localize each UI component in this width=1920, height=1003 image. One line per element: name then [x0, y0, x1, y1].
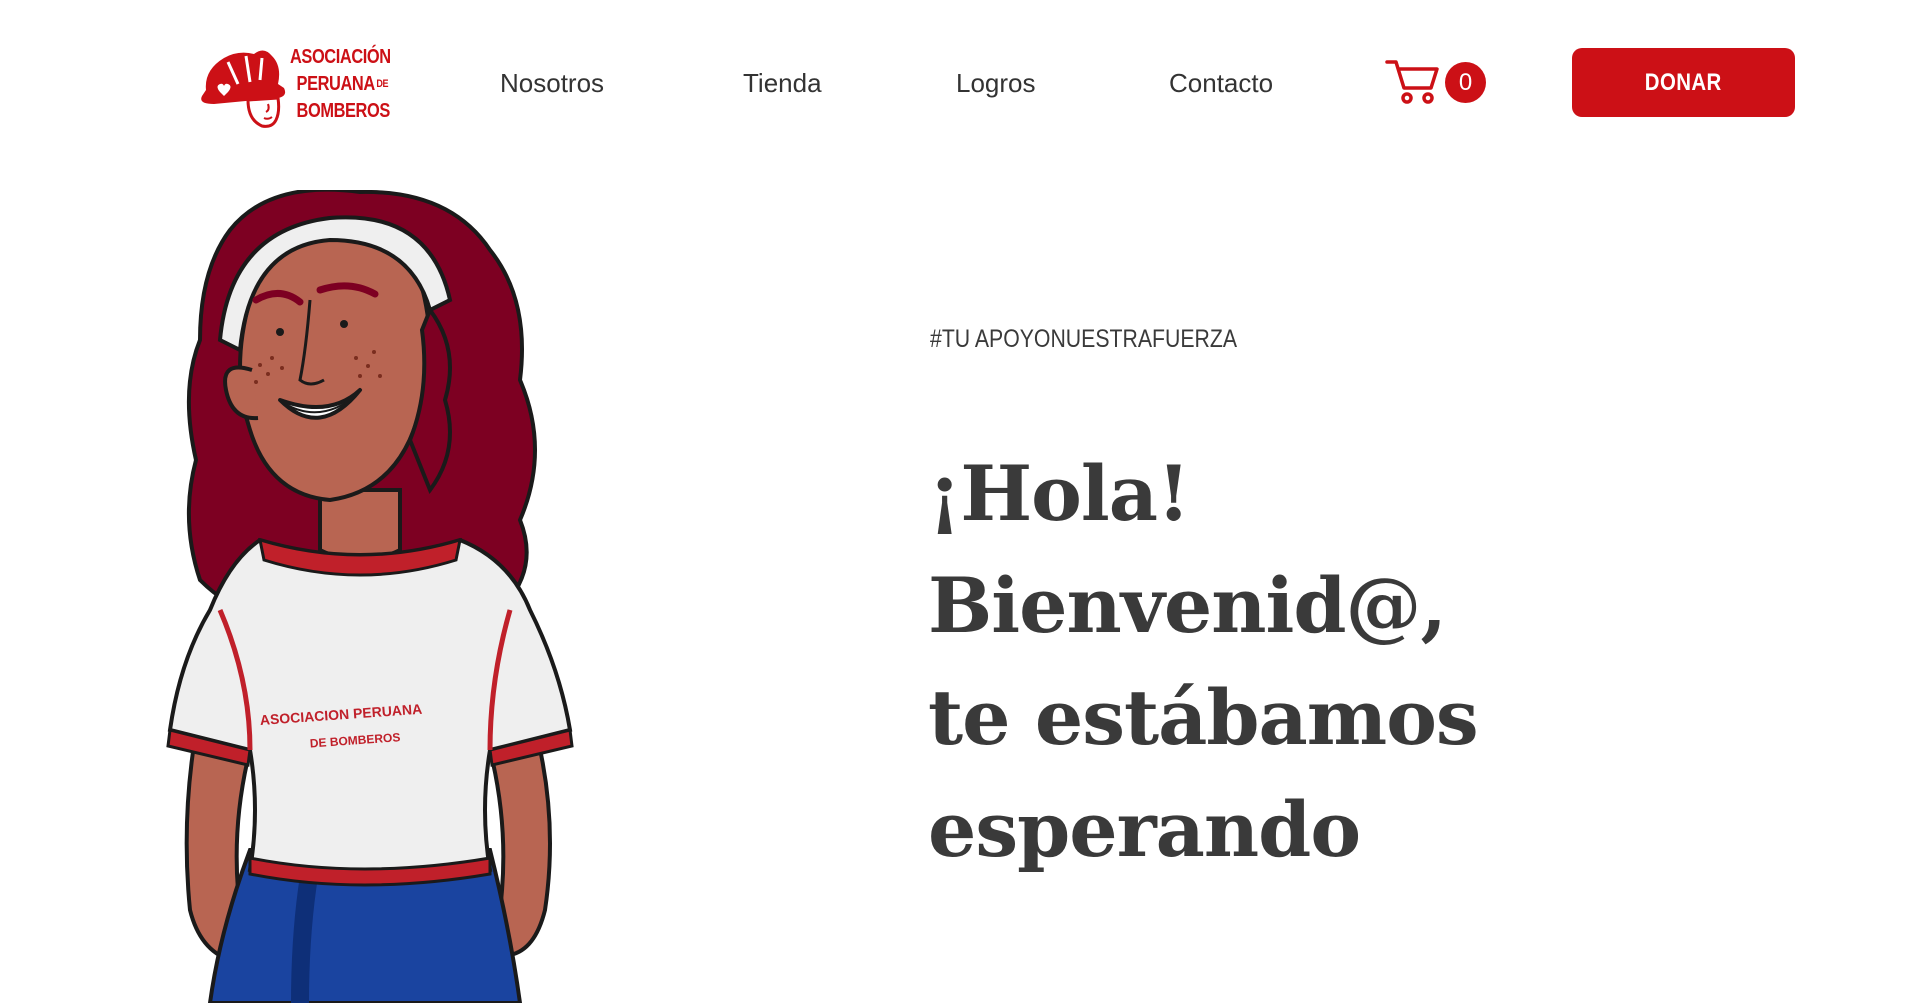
page: ASOCIACIÓN PERUANA DE BOMBEROS Nosotros T… [0, 0, 1920, 1003]
nav-link-contacto[interactable]: Contacto [1169, 66, 1273, 100]
hero-title: ¡Hola! Bienvenid@, te estábamos esperand… [928, 438, 1548, 886]
donate-button-label: DONAR [1645, 68, 1722, 96]
cart-button[interactable]: 0 [1385, 56, 1495, 106]
nav-link-tienda[interactable]: Tienda [743, 66, 822, 100]
brand-name-line2: PERUANA DE [290, 71, 405, 98]
firefighter-helmet-logo-icon [201, 50, 286, 128]
hero-title-line2: Bienvenid@, [928, 561, 1447, 650]
nav-link-logros[interactable]: Logros [956, 66, 1036, 100]
brand-name-line3: BOMBEROS [296, 100, 391, 123]
donate-button[interactable]: DONAR [1572, 48, 1795, 117]
hero-hashtag: #TU APOYONUESTRAFUERZA [930, 325, 1237, 353]
hero-title-line3: te estábamos [928, 673, 1479, 762]
brand-name-line1: ASOCIACIÓN [290, 46, 391, 68]
cart-count-badge: 0 [1445, 62, 1486, 103]
girl-illustration: ASOCIACION PERUANA DE BOMBEROS [166, 190, 574, 1003]
hero-title-line4: esperando [928, 785, 1361, 874]
brand-logo[interactable]: ASOCIACIÓN PERUANA DE BOMBEROS [198, 40, 423, 132]
brand-name-line2-small: DE [376, 78, 389, 91]
brand-name-line2-text: PERUANA [296, 73, 376, 95]
nav-link-nosotros[interactable]: Nosotros [500, 66, 604, 100]
hero-title-line1: ¡Hola! [928, 449, 1190, 538]
cart-icon [1385, 60, 1439, 104]
brand-name: ASOCIACIÓN PERUANA DE BOMBEROS [290, 44, 405, 125]
